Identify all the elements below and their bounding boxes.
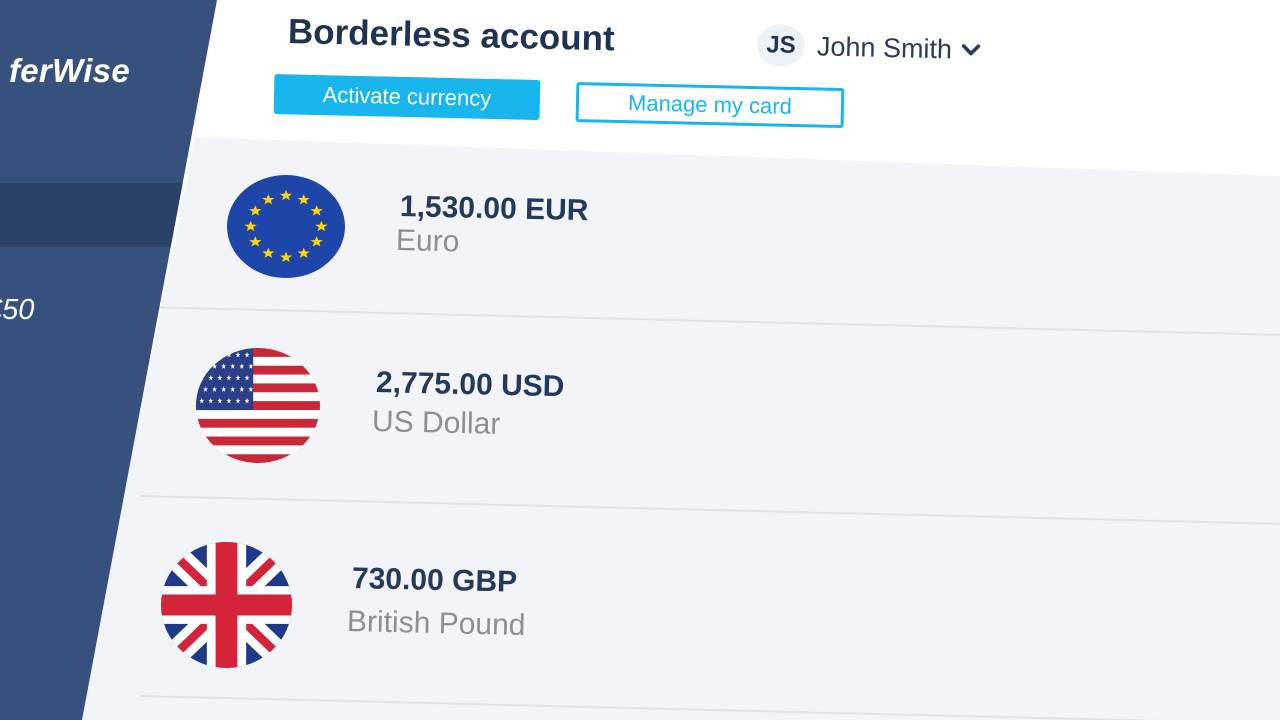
user-name: John Smith	[816, 30, 953, 64]
balance-amount: 1,530.00 EUR	[399, 190, 589, 228]
currency-name: US Dollar	[371, 405, 501, 441]
currency-name: Euro	[395, 224, 460, 259]
uk-flag-icon	[161, 542, 292, 668]
sidebar-item-active[interactable]	[0, 183, 200, 247]
eu-flag-icon	[227, 175, 345, 278]
us-flag-icon	[196, 348, 320, 463]
activate-currency-button[interactable]: Activate currency	[273, 74, 541, 121]
manage-my-card-button[interactable]: Manage my card	[575, 82, 845, 129]
sidebar-balance-amount: £50	[0, 294, 35, 326]
chevron-down-icon	[961, 44, 981, 56]
page-title: Borderless account	[287, 12, 616, 59]
brand-logo-text: ferWise	[8, 52, 130, 89]
user-menu[interactable]: JS John Smith	[756, 24, 983, 71]
balance-amount: 730.00 GBP	[351, 562, 518, 599]
avatar: JS	[756, 24, 806, 68]
balance-amount: 2,775.00 USD	[375, 366, 565, 404]
currency-name: British Pound	[346, 605, 526, 643]
